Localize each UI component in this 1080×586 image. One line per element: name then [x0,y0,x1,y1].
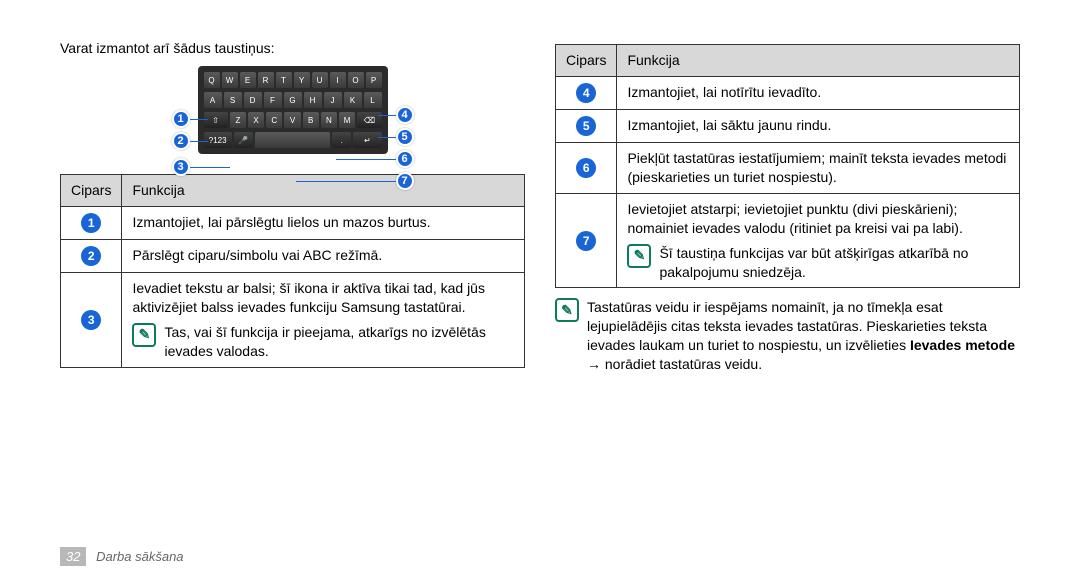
page-footer: 32 Darba sākšana [60,547,184,566]
bottom-note-post: → norādiet tastatūras veidu. [587,356,762,372]
callout-2: 2 [172,132,190,150]
space-key [255,132,331,148]
row-text: Ievietojiet atstarpi; ievietojiet punktu… [627,200,1009,238]
right-function-table: Cipars Funkcija 4 Izmantojiet, lai notīr… [555,44,1020,288]
row-text: Pārslēgt ciparu/simbolu vai ABC režīmā. [122,239,525,272]
col-header-cipars: Cipars [61,175,122,207]
page-number: 32 [60,547,86,566]
note-icon: ✎ [555,298,579,322]
row-badge: 1 [81,213,101,233]
callout-5: 5 [396,128,414,146]
callout-3: 3 [172,158,190,176]
note-text: Šī taustiņa funkcijas var būt atšķirīgas… [659,244,1009,282]
callout-6: 6 [396,150,414,168]
mode-key: ?123 [204,132,232,148]
callout-1: 1 [172,110,190,128]
row-text: Izmantojiet, lai notīrītu ievadīto. [617,76,1020,109]
row-badge: 5 [576,116,596,136]
col-header-funkcija: Funkcija [122,175,525,207]
row-badge: 3 [81,310,101,330]
row-text: Izmantojiet, lai sāktu jaunu rindu. [617,109,1020,142]
callout-4: 4 [396,106,414,124]
bottom-note: ✎ Tastatūras veidu ir iespējams nomainīt… [555,298,1020,374]
note-icon: ✎ [627,244,651,268]
note-icon: ✎ [132,323,156,347]
callout-7: 7 [396,172,414,190]
keyboard: QWERTYUIOP ASDFGHJKL ⇧ ZXCVBNM ⌫ ?123 🎤 … [198,66,388,154]
row-badge: 6 [576,158,596,178]
col-header-funkcija: Funkcija [617,45,1020,77]
enter-key-icon: ↵ [353,132,381,148]
row-text: Ievadiet tekstu ar balsi; šī ikona ir ak… [132,279,514,317]
row-text: Piekļūt tastatūras iestatījumiem; mainīt… [617,143,1020,194]
mic-key-icon: 🎤 [234,132,253,148]
section-title: Darba sākšana [96,549,183,564]
bottom-note-strong: Ievades metode [910,337,1015,353]
row-badge: 7 [576,231,596,251]
shift-key-icon: ⇧ [204,112,228,128]
left-function-table: Cipars Funkcija 1 Izmantojiet, lai pārsl… [60,174,525,368]
note-text: Tas, vai šī funkcija ir pieejama, atkarī… [164,323,514,361]
row-text: Izmantojiet, lai pārslēgtu lielos un maz… [122,206,525,239]
keyboard-diagram: QWERTYUIOP ASDFGHJKL ⇧ ZXCVBNM ⌫ ?123 🎤 … [163,66,423,154]
intro-text: Varat izmantot arī šādus taustiņus: [60,40,525,56]
row-badge: 4 [576,83,596,103]
row-badge: 2 [81,246,101,266]
col-header-cipars: Cipars [556,45,617,77]
